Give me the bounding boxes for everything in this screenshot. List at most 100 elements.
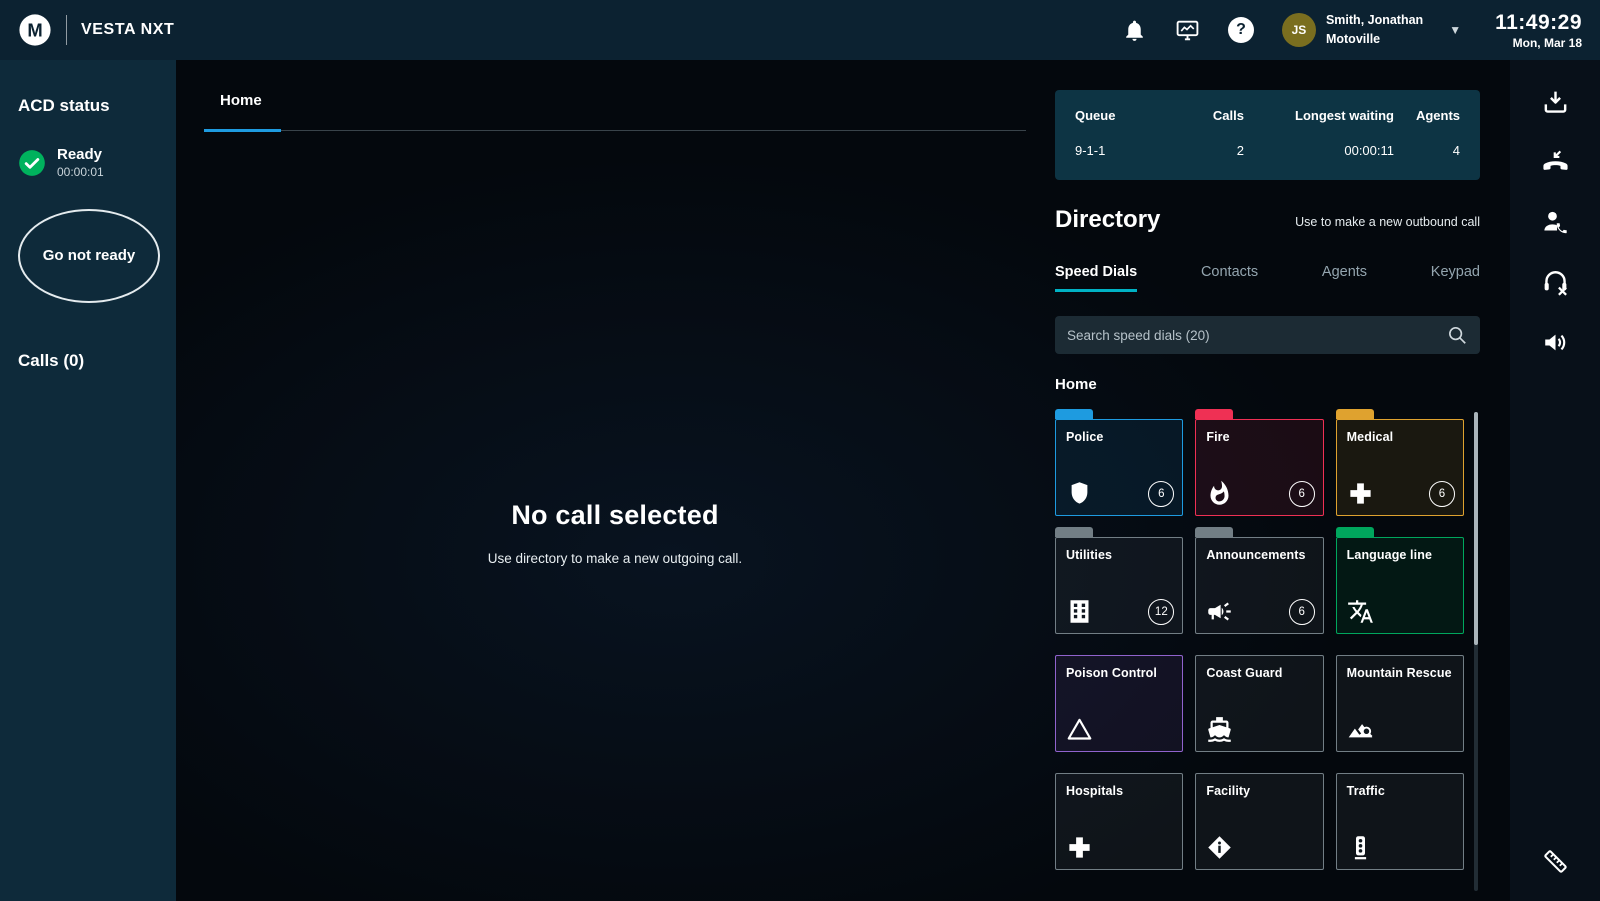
- tab-home-underline: [204, 129, 281, 132]
- tile-body[interactable]: Announcements6: [1195, 537, 1323, 634]
- divider: [66, 15, 67, 45]
- speed-dial-tile[interactable]: Medical 6: [1336, 409, 1464, 516]
- tile-body[interactable]: Mountain Rescue: [1336, 655, 1464, 752]
- call-down-button[interactable]: [1537, 144, 1573, 180]
- speed-dial-tile[interactable]: Language line: [1336, 527, 1464, 634]
- agent-call-button[interactable]: [1537, 204, 1573, 240]
- flame-icon: [1206, 480, 1233, 507]
- go-not-ready-button[interactable]: Go not ready: [18, 209, 160, 303]
- tile-body[interactable]: Facility: [1195, 773, 1323, 870]
- motorola-logo-icon: M: [18, 13, 52, 47]
- tile-label: Police: [1066, 430, 1172, 444]
- call-pickup-icon: [1541, 88, 1570, 117]
- queue-cell: 4: [1394, 143, 1460, 158]
- ready-state-label: Ready: [57, 146, 104, 163]
- ready-check-icon: [18, 149, 46, 177]
- tile-label: Language line: [1347, 548, 1453, 562]
- warning-triangle-icon: [1066, 716, 1093, 743]
- queue-summary-card: QueueCallsLongest waitingAgents 9-1-1200…: [1055, 90, 1480, 180]
- tile-count-badge: 12: [1148, 599, 1174, 625]
- speed-dial-tile[interactable]: Police6: [1055, 409, 1183, 516]
- speed-dial-grid: Police6Fire6 Medical 6 Utilities12Announcem…: [1055, 409, 1480, 870]
- folder-tab: [1055, 645, 1183, 655]
- speed-dial-tile[interactable]: Poison Control: [1055, 645, 1183, 752]
- headset-off-icon: [1541, 268, 1570, 297]
- tile-body[interactable]: Language line: [1336, 537, 1464, 634]
- tile-label: Fire: [1206, 430, 1312, 444]
- search-input[interactable]: [1055, 316, 1480, 354]
- building-icon: [1066, 598, 1093, 625]
- headset-off-button[interactable]: [1537, 264, 1573, 300]
- help-button[interactable]: ?: [1228, 17, 1254, 43]
- directory-header: Directory Use to make a new outbound cal…: [1055, 206, 1480, 234]
- translate-icon: [1347, 598, 1374, 625]
- ruler-icon: [1541, 847, 1570, 876]
- folder-tab: [1195, 763, 1323, 773]
- user-menu[interactable]: JS Smith, Jonathan Motoville ▼: [1282, 11, 1461, 49]
- tile-body[interactable]: Poison Control: [1055, 655, 1183, 752]
- speed-dial-tile[interactable]: Hospitals: [1055, 763, 1183, 870]
- queue-header-cell: Longest waiting: [1244, 108, 1394, 123]
- tile-body[interactable]: Fire6: [1195, 419, 1323, 516]
- screens-button[interactable]: [1175, 18, 1200, 43]
- directory-tab-keypad[interactable]: Keypad: [1431, 264, 1480, 292]
- calls-heading: Calls (0): [18, 351, 158, 371]
- ruler-button[interactable]: [1537, 843, 1573, 879]
- directory-tab-speed-dials[interactable]: Speed Dials: [1055, 264, 1137, 292]
- call-pickup-button[interactable]: [1537, 84, 1573, 120]
- queue-header-cell: Agents: [1394, 108, 1460, 123]
- search-wrap: [1055, 316, 1480, 354]
- tile-count-badge: 6: [1429, 481, 1455, 507]
- empty-state: No call selected Use directory to make a…: [204, 500, 1026, 566]
- avatar: JS: [1282, 13, 1316, 47]
- tile-body[interactable]: Traffic: [1336, 773, 1464, 870]
- speed-dial-tile[interactable]: Facility: [1195, 763, 1323, 870]
- clock: 11:49:29 Mon, Mar 18: [1495, 11, 1582, 50]
- speed-dial-tile[interactable]: Fire6: [1195, 409, 1323, 516]
- tile-body[interactable]: Police6: [1055, 419, 1183, 516]
- ready-status: Ready 00:00:01: [18, 146, 158, 179]
- tile-label: Coast Guard: [1206, 666, 1312, 680]
- search-icon[interactable]: [1446, 324, 1468, 346]
- speed-dial-tile[interactable]: Coast Guard: [1195, 645, 1323, 752]
- mountain-search-icon: [1347, 716, 1374, 743]
- tile-body[interactable]: Utilities12: [1055, 537, 1183, 634]
- speed-dial-tile[interactable]: Announcements6: [1195, 527, 1323, 634]
- speed-dial-tile[interactable]: Mountain Rescue: [1336, 645, 1464, 752]
- directory-scrollbar: [1474, 412, 1478, 891]
- volume-button[interactable]: [1537, 324, 1573, 360]
- user-name: Smith, Jonathan: [1326, 13, 1423, 27]
- folder-tab: [1336, 409, 1464, 419]
- folder-tab: [1336, 645, 1464, 655]
- queue-data-row[interactable]: 9-1-1200:00:114: [1075, 143, 1460, 158]
- flame-icon: [1206, 480, 1233, 507]
- bell-icon: [1122, 18, 1147, 43]
- folder-tab: [1055, 527, 1183, 537]
- info-diamond-icon: [1206, 834, 1233, 861]
- speed-dial-tile[interactable]: Traffic: [1336, 763, 1464, 870]
- tile-label: Medical: [1347, 430, 1453, 444]
- queue-header-row: QueueCallsLongest waitingAgents: [1075, 108, 1460, 123]
- tile-body[interactable]: Hospitals: [1055, 773, 1183, 870]
- translate-icon: [1347, 598, 1374, 625]
- notifications-button[interactable]: [1122, 18, 1147, 43]
- medical-cross-icon: [1347, 480, 1374, 507]
- directory-title: Directory: [1055, 206, 1160, 234]
- user-name-block: Smith, Jonathan Motoville: [1326, 11, 1423, 49]
- scrollbar-thumb[interactable]: [1474, 412, 1478, 645]
- tile-body[interactable]: Coast Guard: [1195, 655, 1323, 752]
- directory-tab-agents[interactable]: Agents: [1322, 264, 1367, 292]
- speed-dial-tile[interactable]: Utilities12: [1055, 527, 1183, 634]
- tile-body[interactable]: Medical 6: [1336, 419, 1464, 516]
- directory-section-label: Home: [1055, 376, 1480, 393]
- empty-state-title: No call selected: [204, 500, 1026, 531]
- queue-cell: 00:00:11: [1244, 143, 1394, 158]
- directory-tab-contacts[interactable]: Contacts: [1201, 264, 1258, 292]
- warning-triangle-icon: [1066, 716, 1093, 743]
- boat-icon: [1206, 716, 1233, 743]
- chevron-down-icon[interactable]: ▼: [1449, 23, 1461, 37]
- tab-home[interactable]: Home: [220, 92, 262, 109]
- tile-label: Poison Control: [1066, 666, 1172, 680]
- queue-header-cell: Queue: [1075, 108, 1180, 123]
- police-badge-icon: [1066, 480, 1093, 507]
